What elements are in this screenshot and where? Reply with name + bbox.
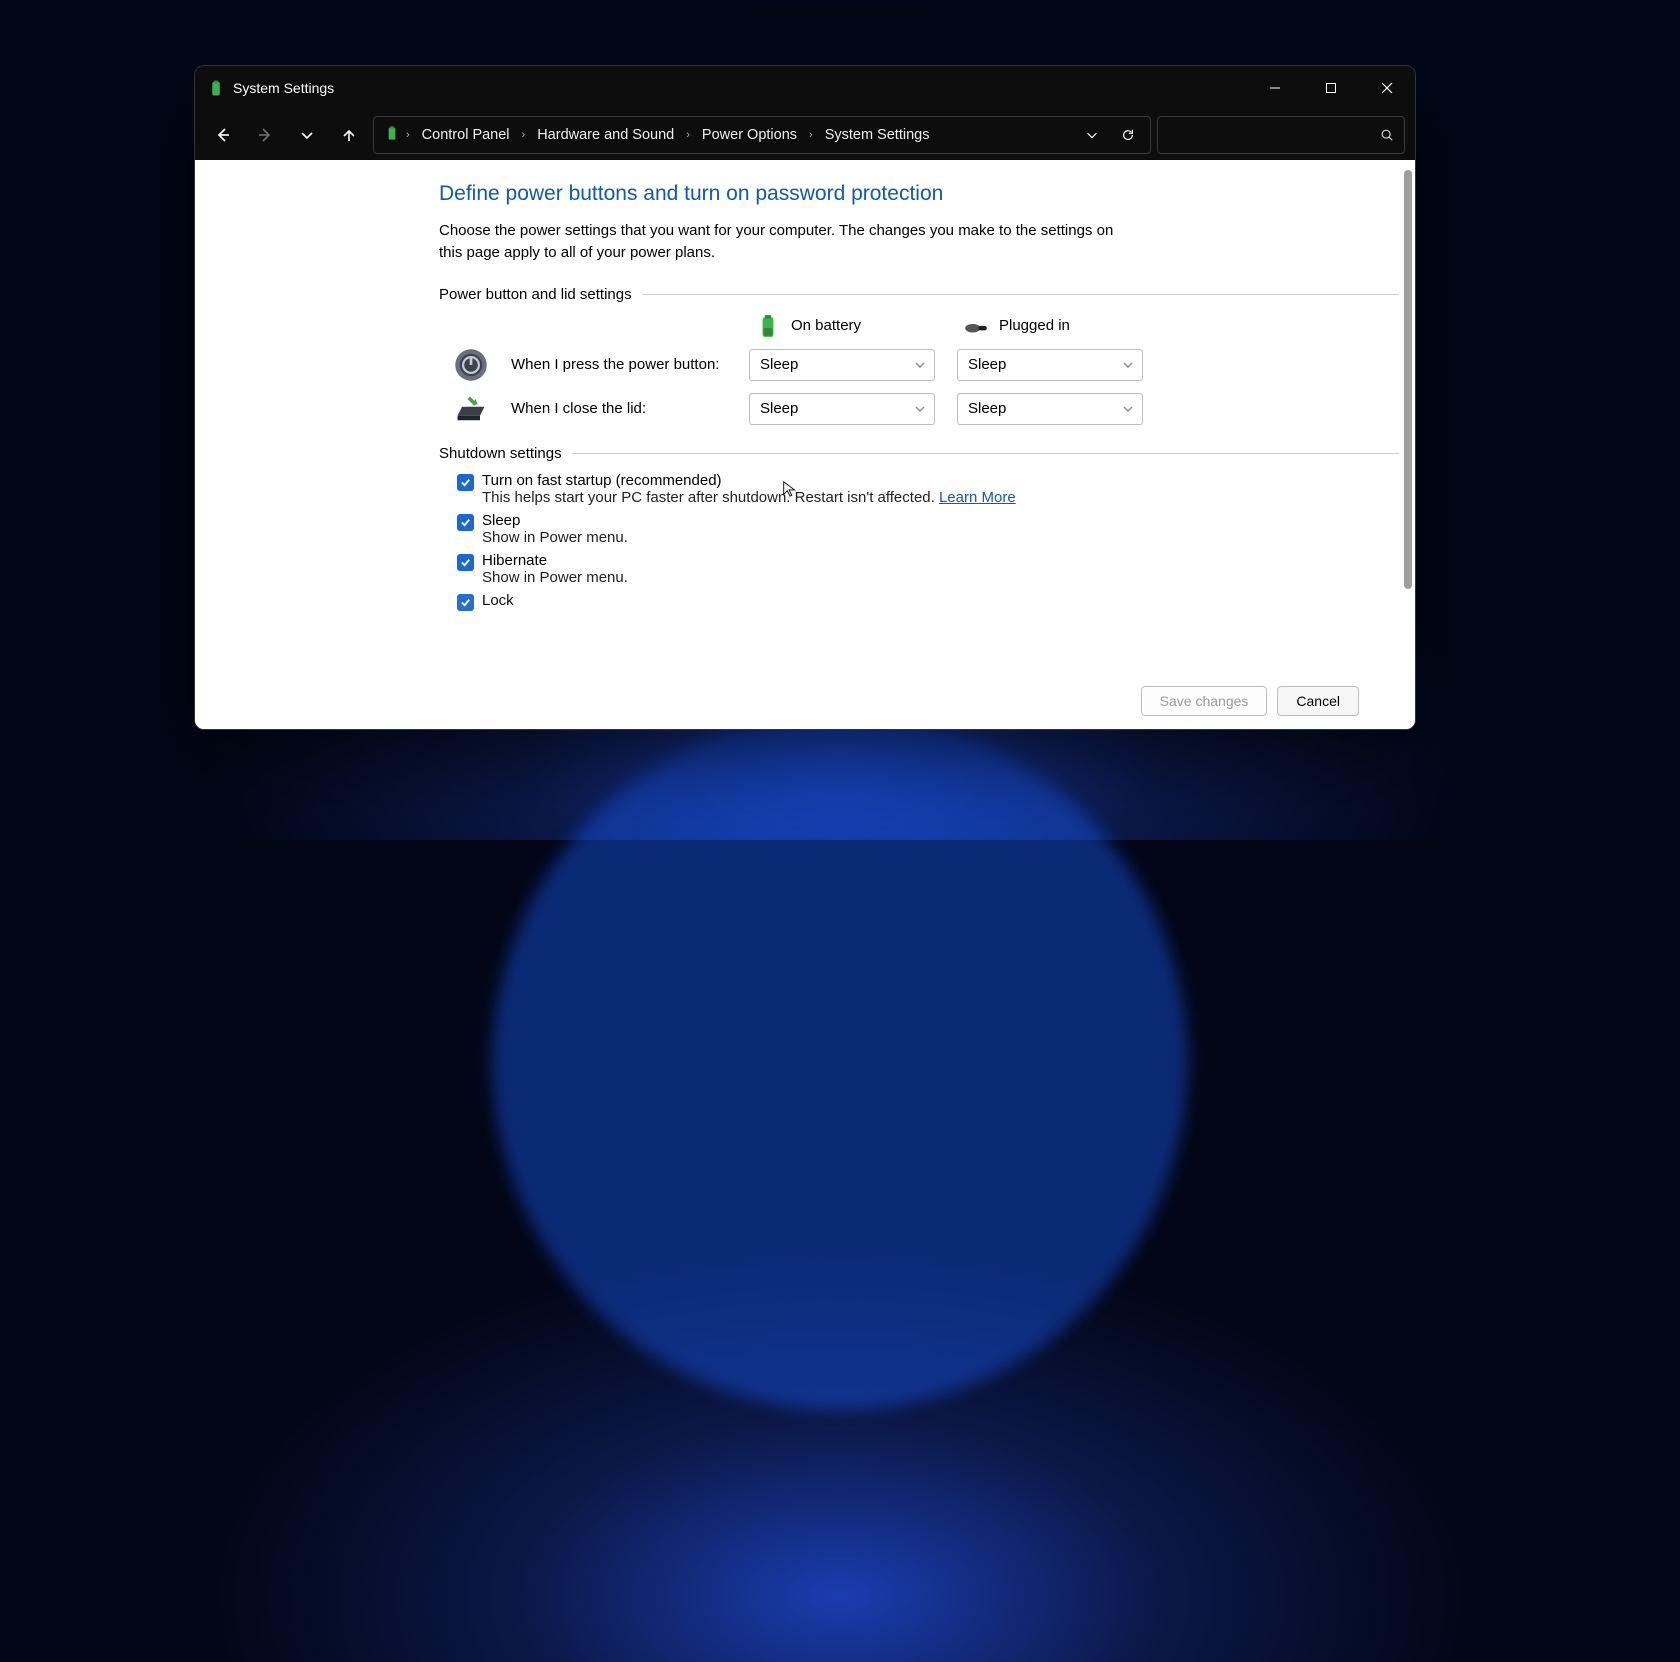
checkbox-description: This helps start your PC faster after sh… xyxy=(482,489,1016,506)
breadcrumb-segment[interactable]: Power Options xyxy=(696,123,803,147)
checkbox-label: Lock xyxy=(482,592,514,609)
minimize-button[interactable] xyxy=(1247,66,1303,110)
power-button-icon xyxy=(453,347,489,383)
column-label: Plugged in xyxy=(999,317,1070,334)
search-icon xyxy=(1380,128,1394,142)
close-button[interactable] xyxy=(1359,66,1415,110)
battery-icon xyxy=(384,125,400,145)
row-label-power-button: When I press the power button: xyxy=(511,356,741,373)
refresh-button[interactable] xyxy=(1112,120,1144,150)
chevron-down-icon xyxy=(1122,403,1134,415)
control-panel-window: System Settings › Control Pane xyxy=(194,65,1416,730)
column-header-plugged: Plugged in xyxy=(957,313,1157,339)
address-dropdown-button[interactable] xyxy=(1076,120,1108,150)
checkbox-icon xyxy=(457,514,474,531)
checkbox-icon xyxy=(457,554,474,571)
combo-lid-plugged[interactable]: Sleep xyxy=(957,393,1143,425)
page-description: Choose the power settings that you want … xyxy=(439,220,1139,264)
breadcrumb-segment[interactable]: Control Panel xyxy=(416,123,516,147)
combo-power-button-battery[interactable]: Sleep xyxy=(749,349,935,381)
window-title: System Settings xyxy=(233,80,1247,96)
checkbox-fast-startup[interactable]: Turn on fast startup (recommended) This … xyxy=(457,472,1399,506)
chevron-right-icon: › xyxy=(807,129,815,141)
scrollbar-thumb[interactable] xyxy=(1404,170,1412,589)
chevron-right-icon: › xyxy=(404,129,412,141)
lid-close-icon xyxy=(453,391,489,427)
combo-power-button-plugged[interactable]: Sleep xyxy=(957,349,1143,381)
titlebar: System Settings xyxy=(195,66,1415,110)
combo-value: Sleep xyxy=(760,400,798,417)
forward-button[interactable] xyxy=(247,117,283,153)
group-label-text: Shutdown settings xyxy=(439,445,562,462)
save-changes-button[interactable]: Save changes xyxy=(1141,686,1268,716)
group-shutdown-settings: Shutdown settings xyxy=(439,445,1399,462)
combo-value: Sleep xyxy=(760,356,798,373)
combo-value: Sleep xyxy=(968,356,1006,373)
chevron-right-icon: › xyxy=(684,129,692,141)
checkbox-description: Show in Power menu. xyxy=(482,569,628,586)
client-area: Define power buttons and turn on passwor… xyxy=(195,160,1415,729)
page-heading: Define power buttons and turn on passwor… xyxy=(439,182,1399,206)
breadcrumb-segment[interactable]: Hardware and Sound xyxy=(531,123,680,147)
maximize-button[interactable] xyxy=(1303,66,1359,110)
column-label: On battery xyxy=(791,317,861,334)
battery-icon xyxy=(207,79,225,97)
vertical-scrollbar[interactable] xyxy=(1401,170,1415,663)
column-header-battery: On battery xyxy=(749,313,949,339)
combo-value: Sleep xyxy=(968,400,1006,417)
chevron-down-icon xyxy=(1122,359,1134,371)
row-label-lid: When I close the lid: xyxy=(511,400,741,417)
chevron-down-icon xyxy=(914,359,926,371)
checkbox-sleep[interactable]: Sleep Show in Power menu. xyxy=(457,512,1399,546)
nav-toolbar: › Control Panel › Hardware and Sound › P… xyxy=(195,110,1415,160)
breadcrumb-segment[interactable]: System Settings xyxy=(819,123,936,147)
group-power-button-lid: Power button and lid settings xyxy=(439,286,1399,303)
group-label-text: Power button and lid settings xyxy=(439,286,632,303)
checkbox-icon xyxy=(457,474,474,491)
checkbox-description: Show in Power menu. xyxy=(482,529,628,546)
checkbox-label: Sleep xyxy=(482,512,628,529)
address-bar[interactable]: › Control Panel › Hardware and Sound › P… xyxy=(373,116,1151,154)
checkbox-label: Hibernate xyxy=(482,552,628,569)
checkbox-lock[interactable]: Lock xyxy=(457,592,1399,611)
checkbox-label: Turn on fast startup (recommended) xyxy=(482,472,1016,489)
checkbox-hibernate[interactable]: Hibernate Show in Power menu. xyxy=(457,552,1399,586)
search-input[interactable] xyxy=(1157,116,1405,154)
footer-bar: Save changes Cancel xyxy=(195,673,1415,729)
cancel-button[interactable]: Cancel xyxy=(1277,686,1359,716)
history-dropdown-button[interactable] xyxy=(289,117,325,153)
back-button[interactable] xyxy=(205,117,241,153)
chevron-down-icon xyxy=(914,403,926,415)
battery-icon xyxy=(755,313,781,339)
up-button[interactable] xyxy=(331,117,367,153)
chevron-right-icon: › xyxy=(520,129,528,141)
plug-icon xyxy=(963,313,989,339)
learn-more-link[interactable]: Learn More xyxy=(939,489,1016,506)
checkbox-icon xyxy=(457,594,474,611)
combo-lid-battery[interactable]: Sleep xyxy=(749,393,935,425)
